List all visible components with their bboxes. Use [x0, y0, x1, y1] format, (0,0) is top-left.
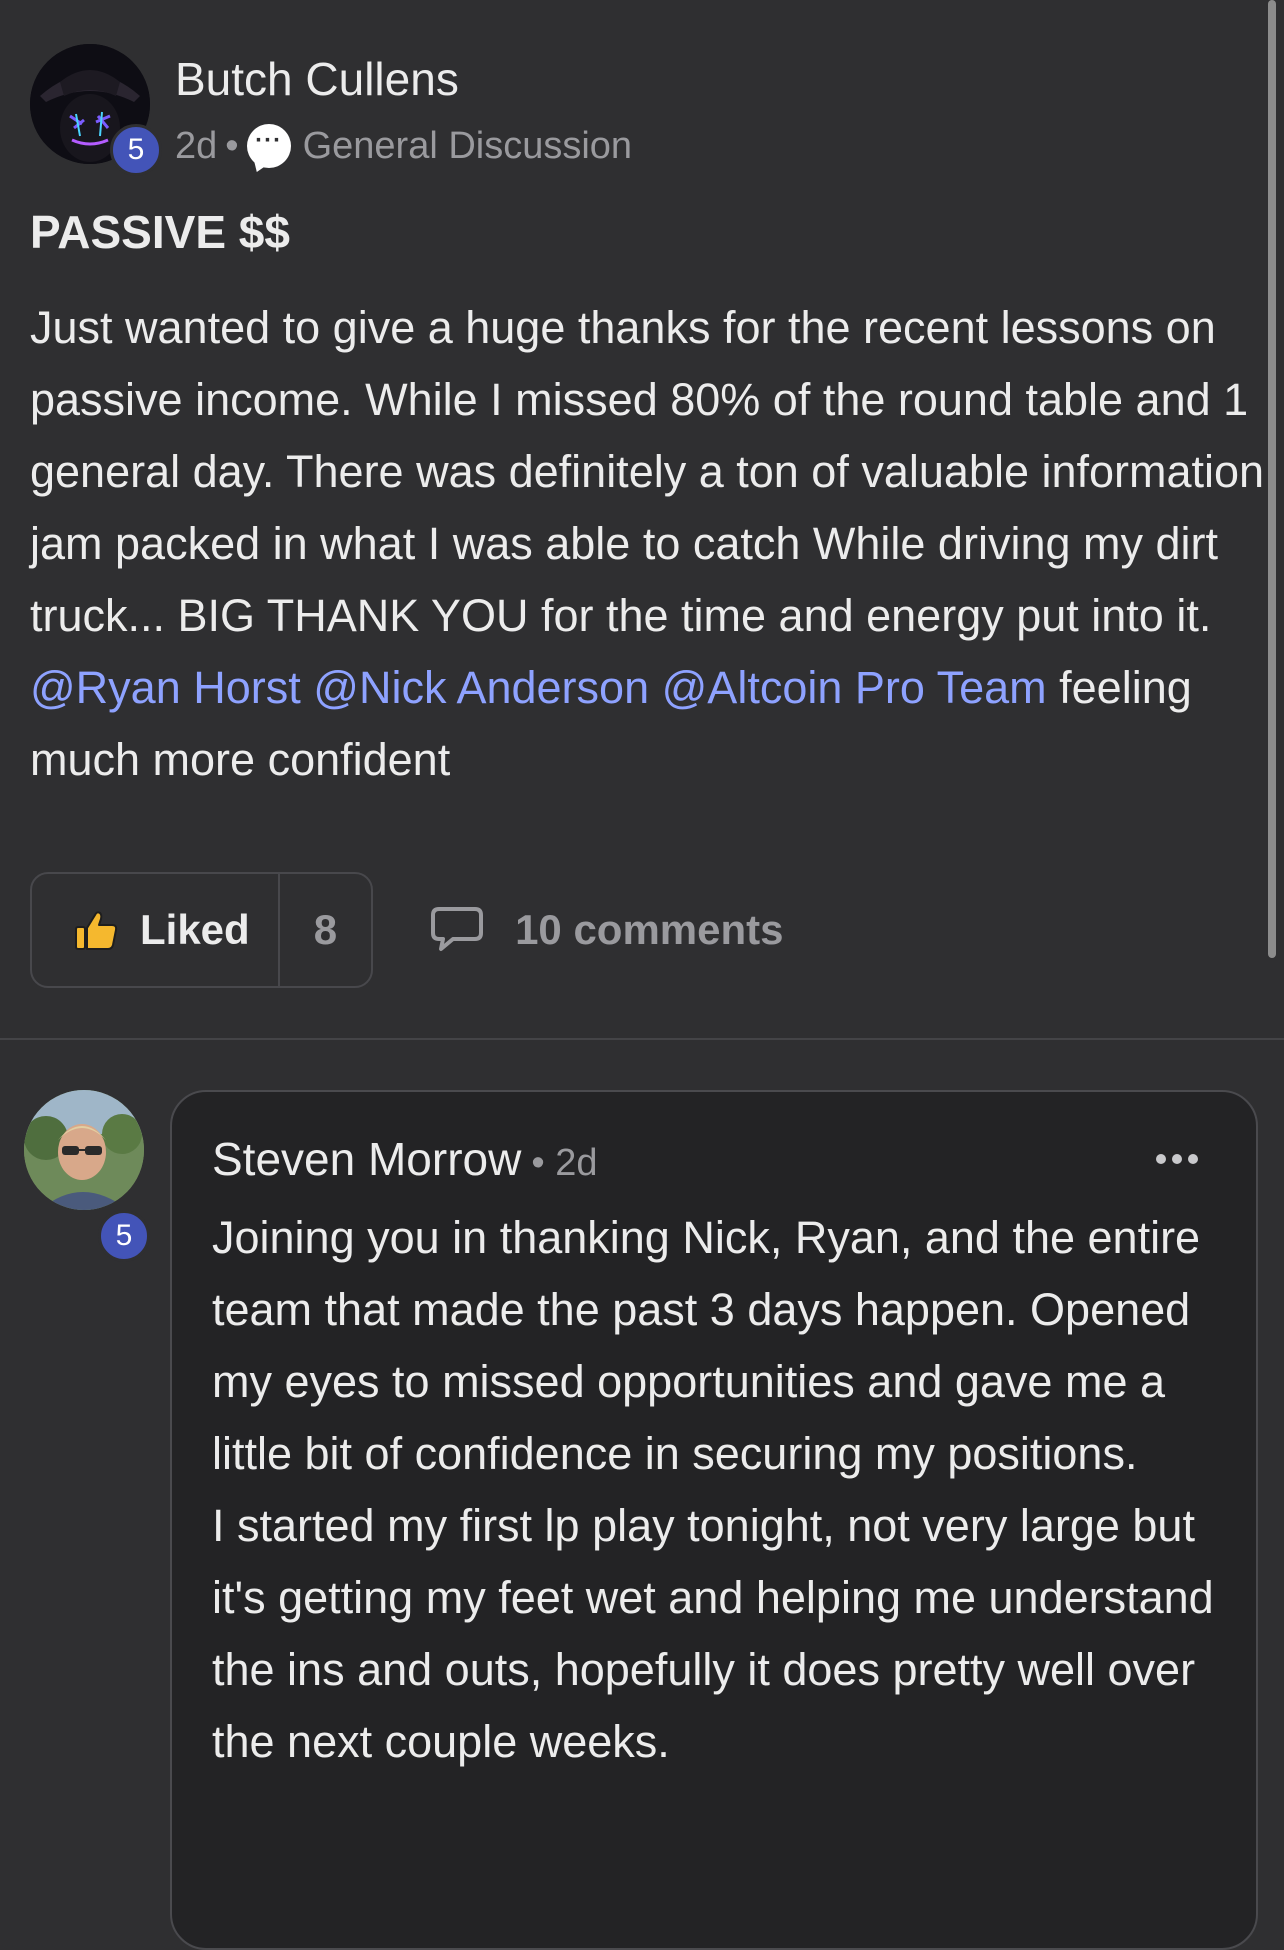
- comment-item: 5 Steven Morrow • 2d Joining you in than…: [0, 1040, 1284, 1950]
- meta-separator: •: [225, 124, 239, 167]
- comment-body: Joining you in thanking Nick, Ryan, and …: [212, 1202, 1222, 1778]
- comment-time: • 2d: [531, 1142, 598, 1184]
- comment-paragraph-2: I started my first lp play tonight, not …: [212, 1500, 1214, 1767]
- more-options-icon[interactable]: [1156, 1154, 1198, 1164]
- comment-header: Steven Morrow • 2d: [212, 1132, 597, 1186]
- comment-paragraph-1: Joining you in thanking Nick, Ryan, and …: [212, 1212, 1201, 1479]
- post-action-bar: Liked 8 10 comments: [30, 870, 784, 990]
- chat-bubble-icon: ···: [246, 124, 291, 168]
- level-badge: 5: [98, 1210, 150, 1262]
- post-body-text: Just wanted to give a huge thanks for th…: [30, 302, 1265, 641]
- like-group: Liked 8: [30, 872, 374, 988]
- post-author-name[interactable]: Butch Cullens: [175, 52, 459, 106]
- comments-count-label: 10 comments: [515, 906, 784, 953]
- comment-icon: [431, 907, 484, 951]
- comment-author-name[interactable]: Steven Morrow: [212, 1132, 521, 1186]
- like-count[interactable]: 8: [280, 874, 371, 986]
- post-author-avatar[interactable]: 5: [30, 44, 162, 176]
- avatar: [24, 1090, 144, 1210]
- thumbs-up-icon: [75, 911, 118, 950]
- comments-button[interactable]: 10 comments: [429, 905, 784, 955]
- scrollbar[interactable]: [1268, 0, 1276, 958]
- post-title: PASSIVE $$: [30, 206, 290, 258]
- post-body: Just wanted to give a huge thanks for th…: [30, 292, 1270, 796]
- level-badge: 5: [110, 124, 162, 176]
- dot: [1188, 1154, 1198, 1164]
- post-category-link[interactable]: General Discussion: [303, 125, 632, 168]
- post-time: 2d: [175, 124, 218, 167]
- mention-nick-anderson[interactable]: @Nick Anderson: [313, 662, 649, 713]
- dot: [1172, 1154, 1182, 1164]
- mention-altcoin-pro-team[interactable]: @Altcoin Pro Team: [662, 662, 1047, 713]
- comment-card: Steven Morrow • 2d Joining you in thanki…: [170, 1090, 1258, 1950]
- like-label: Liked: [140, 906, 250, 953]
- dot: [1156, 1154, 1166, 1164]
- comment-author-avatar[interactable]: 5: [24, 1090, 150, 1262]
- like-button[interactable]: Liked: [32, 874, 280, 986]
- person-photo-icon: [24, 1090, 144, 1210]
- post-card: 5 Butch Cullens 2d • ··· General Discuss…: [0, 0, 1284, 1038]
- post-meta: 2d • ··· General Discussion: [175, 120, 632, 172]
- mention-ryan-horst[interactable]: @Ryan Horst: [30, 662, 301, 713]
